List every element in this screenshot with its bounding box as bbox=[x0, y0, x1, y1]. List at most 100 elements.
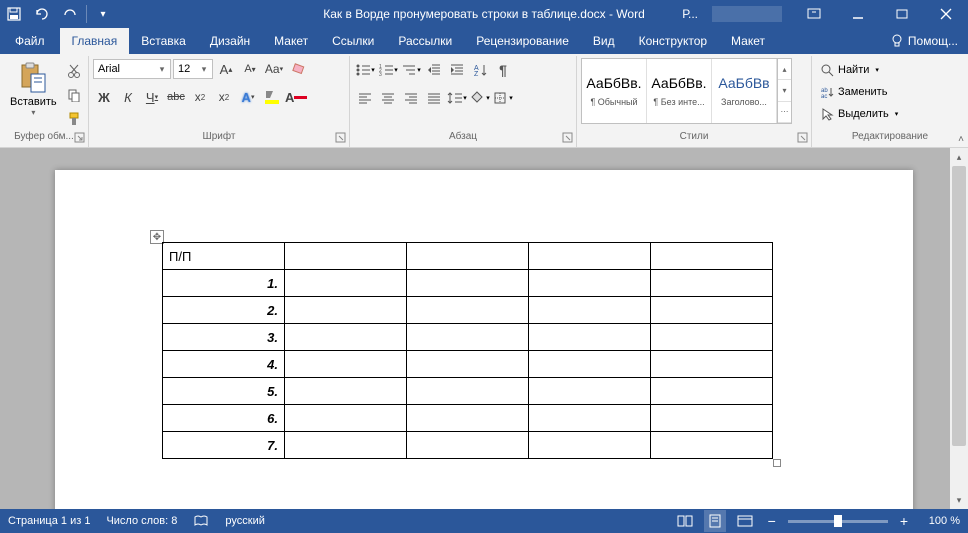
superscript-button[interactable]: x2 bbox=[213, 86, 235, 108]
maximize-button[interactable] bbox=[880, 0, 924, 28]
tab-review[interactable]: Рецензирование bbox=[464, 28, 581, 54]
dialog-launcher-icon[interactable] bbox=[335, 132, 347, 144]
spellcheck-status[interactable] bbox=[193, 514, 209, 528]
user-label[interactable]: Р... bbox=[668, 7, 712, 21]
web-layout-button[interactable] bbox=[734, 510, 756, 532]
user-area[interactable] bbox=[712, 6, 782, 22]
numbering-button[interactable]: 123▾ bbox=[377, 59, 399, 81]
table-cell[interactable] bbox=[285, 351, 407, 378]
table-cell[interactable] bbox=[651, 297, 773, 324]
scrollbar-thumb[interactable] bbox=[952, 166, 966, 446]
vertical-scrollbar[interactable]: ▴ ▾ bbox=[950, 148, 968, 509]
grow-font-button[interactable]: A▴ bbox=[215, 58, 237, 80]
qat-customize-button[interactable]: ▾ bbox=[89, 0, 117, 28]
table-cell[interactable] bbox=[529, 270, 651, 297]
more-icon[interactable]: ⋯ bbox=[778, 102, 791, 123]
bullets-button[interactable]: ▾ bbox=[354, 59, 376, 81]
font-name-combo[interactable]: Arial▾ bbox=[93, 59, 171, 79]
style-heading1[interactable]: АаБбВвЗаголово... bbox=[712, 59, 777, 123]
table-cell[interactable]: 7. bbox=[163, 432, 285, 459]
style-normal[interactable]: АаБбВв.¶ Обычный bbox=[582, 59, 647, 123]
scroll-down-button[interactable]: ▾ bbox=[950, 491, 968, 509]
replace-button[interactable]: abacЗаменить bbox=[820, 82, 898, 102]
tab-file[interactable]: Файл bbox=[0, 28, 60, 54]
table-cell[interactable] bbox=[529, 243, 651, 270]
table-cell[interactable] bbox=[651, 432, 773, 459]
bold-button[interactable]: Ж bbox=[93, 86, 115, 108]
styles-gallery[interactable]: АаБбВв.¶ Обычный АаБбВв.¶ Без инте... Аа… bbox=[581, 58, 792, 124]
table-cell[interactable]: 4. bbox=[163, 351, 285, 378]
find-button[interactable]: Найти▾ bbox=[820, 60, 898, 80]
table-cell[interactable]: 6. bbox=[163, 405, 285, 432]
zoom-level[interactable]: 100 % bbox=[920, 515, 960, 527]
table-cell[interactable] bbox=[529, 378, 651, 405]
collapse-ribbon-button[interactable]: ˄ bbox=[958, 134, 964, 145]
table-cell[interactable] bbox=[651, 270, 773, 297]
table-cell[interactable] bbox=[407, 297, 529, 324]
subscript-button[interactable]: x2 bbox=[189, 86, 211, 108]
italic-button[interactable]: К bbox=[117, 86, 139, 108]
justify-button[interactable] bbox=[423, 87, 445, 109]
table-cell[interactable] bbox=[407, 351, 529, 378]
page-status[interactable]: Страница 1 из 1 bbox=[8, 515, 90, 527]
table-cell[interactable] bbox=[407, 405, 529, 432]
shrink-font-button[interactable]: A▾ bbox=[239, 58, 261, 80]
table-cell[interactable] bbox=[285, 405, 407, 432]
table-header-cell[interactable]: П/П bbox=[163, 243, 285, 270]
table-cell[interactable]: 1. bbox=[163, 270, 285, 297]
undo-button[interactable] bbox=[28, 0, 56, 28]
ribbon-options-button[interactable] bbox=[792, 0, 836, 28]
table-cell[interactable] bbox=[529, 351, 651, 378]
tab-table-design[interactable]: Конструктор bbox=[627, 28, 719, 54]
shading-button[interactable]: ▾ bbox=[469, 87, 491, 109]
tab-table-layout[interactable]: Макет bbox=[719, 28, 777, 54]
table-cell[interactable] bbox=[407, 432, 529, 459]
line-spacing-button[interactable]: ▾ bbox=[446, 87, 468, 109]
tab-home[interactable]: Главная bbox=[60, 28, 130, 54]
table-resize-handle[interactable] bbox=[773, 459, 781, 467]
show-marks-button[interactable]: ¶ bbox=[492, 59, 514, 81]
chevron-up-icon[interactable]: ▴ bbox=[778, 59, 791, 80]
table-cell[interactable] bbox=[285, 432, 407, 459]
table-cell[interactable] bbox=[651, 405, 773, 432]
clear-formatting-button[interactable] bbox=[287, 58, 309, 80]
zoom-slider-thumb[interactable] bbox=[834, 515, 842, 527]
content-table[interactable]: П/П 1. 2. 3. 4. 5. 6. 7. bbox=[162, 242, 773, 459]
styles-scroll[interactable]: ▴▾⋯ bbox=[777, 59, 791, 123]
sort-button[interactable]: AZ bbox=[469, 59, 491, 81]
tab-layout[interactable]: Макет bbox=[262, 28, 320, 54]
paste-button[interactable]: Вставить ▾ bbox=[4, 58, 63, 119]
decrease-indent-button[interactable] bbox=[423, 59, 445, 81]
table-cell[interactable] bbox=[407, 243, 529, 270]
font-size-combo[interactable]: 12▾ bbox=[173, 59, 213, 79]
table-cell[interactable] bbox=[651, 351, 773, 378]
table-cell[interactable] bbox=[285, 270, 407, 297]
close-button[interactable] bbox=[924, 0, 968, 28]
table-cell[interactable] bbox=[529, 297, 651, 324]
underline-button[interactable]: Ч▾ bbox=[141, 86, 163, 108]
table-cell[interactable] bbox=[529, 405, 651, 432]
table-cell[interactable] bbox=[651, 243, 773, 270]
align-left-button[interactable] bbox=[354, 87, 376, 109]
table-cell[interactable] bbox=[285, 297, 407, 324]
font-color-button[interactable]: A bbox=[285, 86, 307, 108]
table-cell[interactable] bbox=[529, 324, 651, 351]
table-cell[interactable] bbox=[651, 378, 773, 405]
table-cell[interactable]: 3. bbox=[163, 324, 285, 351]
table-cell[interactable]: 5. bbox=[163, 378, 285, 405]
text-effects-button[interactable]: A▾ bbox=[237, 86, 259, 108]
tab-references[interactable]: Ссылки bbox=[320, 28, 386, 54]
table-cell[interactable] bbox=[285, 378, 407, 405]
highlight-button[interactable] bbox=[261, 86, 283, 108]
copy-button[interactable] bbox=[63, 84, 85, 106]
minimize-button[interactable] bbox=[836, 0, 880, 28]
borders-button[interactable]: ▾ bbox=[492, 87, 514, 109]
select-button[interactable]: Выделить▾ bbox=[820, 104, 898, 124]
language-status[interactable]: русский bbox=[225, 515, 264, 527]
increase-indent-button[interactable] bbox=[446, 59, 468, 81]
align-right-button[interactable] bbox=[400, 87, 422, 109]
table-cell[interactable] bbox=[407, 378, 529, 405]
align-center-button[interactable] bbox=[377, 87, 399, 109]
print-layout-button[interactable] bbox=[704, 510, 726, 532]
dialog-launcher-icon[interactable] bbox=[797, 132, 809, 144]
